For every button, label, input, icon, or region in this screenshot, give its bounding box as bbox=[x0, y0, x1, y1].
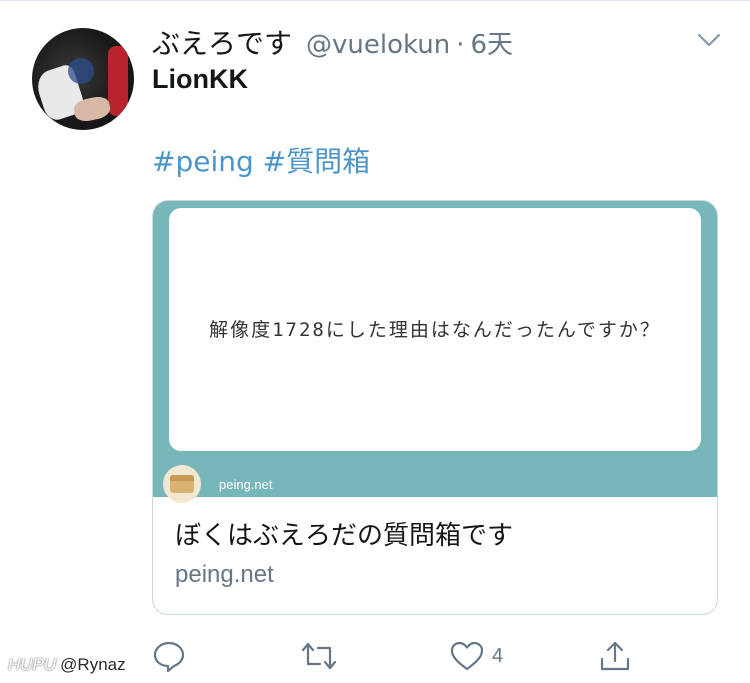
card-domain: peing.net bbox=[175, 561, 274, 588]
heart-icon bbox=[450, 640, 484, 672]
tweet-header: ぶえろです @vuelokun · 6天 bbox=[152, 22, 513, 60]
reply-icon bbox=[152, 639, 186, 673]
watermark-user: @Rynaz bbox=[60, 655, 126, 674]
user-handle[interactable]: @vuelokun bbox=[306, 30, 450, 60]
chevron-down-icon[interactable] bbox=[696, 30, 722, 50]
separator-dot: · bbox=[456, 30, 465, 60]
reply-button[interactable] bbox=[152, 636, 186, 676]
avatar[interactable] bbox=[32, 28, 134, 130]
like-count: 4 bbox=[492, 644, 504, 667]
share-icon bbox=[598, 639, 632, 673]
question-text: 解像度1728にした理由はなんだったんですか？ bbox=[209, 318, 661, 341]
question-box: 解像度1728にした理由はなんだったんですか？ bbox=[169, 208, 701, 451]
like-button[interactable]: 4 bbox=[450, 636, 503, 676]
watermark-brand: HUPU bbox=[8, 655, 57, 674]
card-image[interactable]: 解像度1728にした理由はなんだったんですか？ peing.net bbox=[153, 201, 717, 503]
share-button[interactable] bbox=[598, 636, 632, 676]
link-card[interactable]: 解像度1728にした理由はなんだったんですか？ peing.net ぼくはぶえろ… bbox=[152, 200, 718, 615]
timestamp[interactable]: 6天 bbox=[471, 24, 514, 61]
card-image-site: peing.net bbox=[219, 477, 273, 492]
hashtag-link[interactable]: #peing bbox=[152, 145, 254, 178]
retweet-button[interactable] bbox=[300, 636, 338, 676]
display-name[interactable]: ぶえろです bbox=[152, 22, 292, 62]
watermark: HUPU @Rynaz bbox=[8, 655, 126, 675]
hashtag-link[interactable]: #質問箱 bbox=[263, 145, 370, 178]
tweet-text: LionKK bbox=[152, 64, 248, 94]
retweet-icon bbox=[300, 639, 338, 673]
hashtag-row: #peing #質問箱 bbox=[152, 140, 370, 180]
card-title: ぼくはぶえろだの質問箱です bbox=[175, 521, 514, 551]
question-box-logo-icon bbox=[163, 465, 201, 503]
top-divider bbox=[0, 0, 750, 1]
